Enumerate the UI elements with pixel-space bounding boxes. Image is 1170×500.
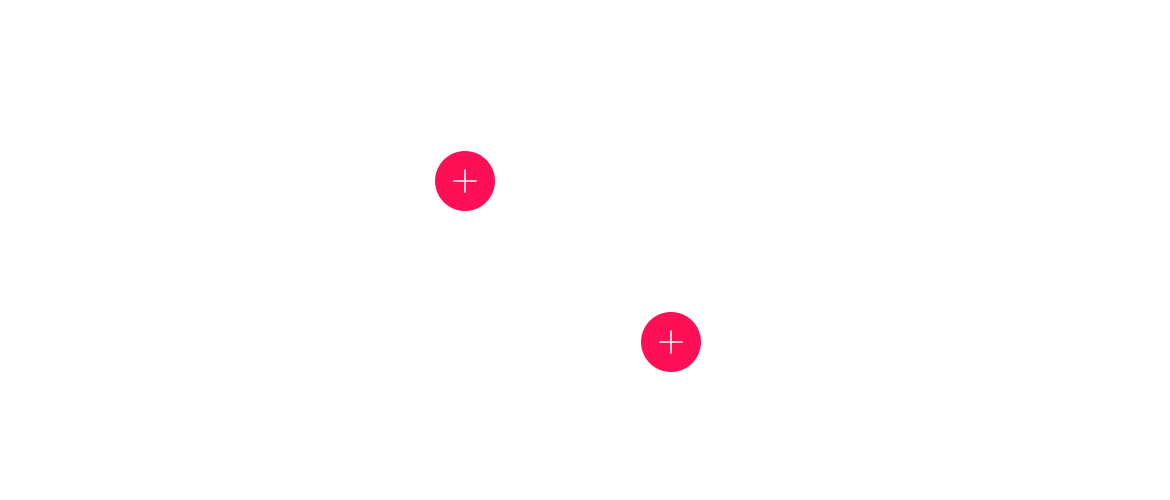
hotspot-button[interactable] [435,151,495,211]
hotspot-button[interactable] [641,312,701,372]
plus-icon [452,168,478,194]
image-hotspot-canvas [0,0,1170,500]
plus-icon [658,329,684,355]
